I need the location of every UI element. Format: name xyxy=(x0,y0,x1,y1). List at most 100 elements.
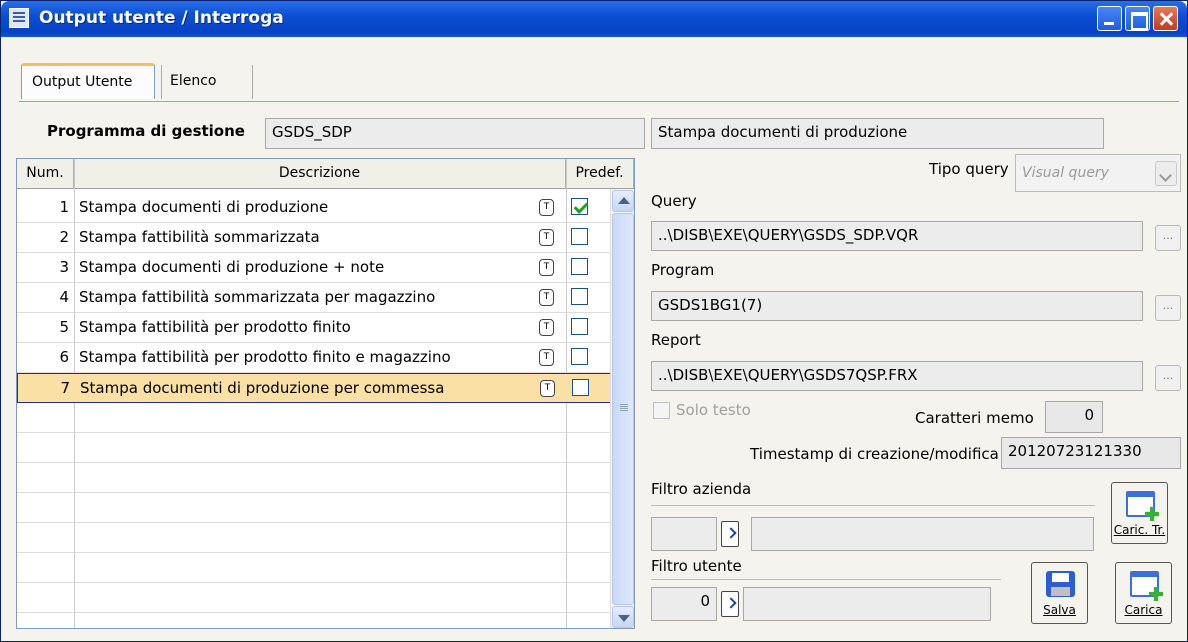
translate-icon[interactable]: T xyxy=(539,229,554,246)
solo-testo-label: Solo testo xyxy=(676,401,751,419)
caric-tr-button[interactable]: Caric. Tr. xyxy=(1111,482,1168,544)
table-row[interactable]: 5 Stampa fattibilità per prodotto finito… xyxy=(17,313,611,343)
table-row[interactable]: 3 Stampa documenti di produzione + note … xyxy=(17,253,611,283)
filtro-azienda-description-field xyxy=(751,517,1094,551)
table-row-empty[interactable] xyxy=(17,433,611,463)
tipo-query-value: Visual query xyxy=(1022,165,1109,181)
predef-checkbox[interactable] xyxy=(571,288,588,305)
program-field[interactable]: GSDS1BG1(7) xyxy=(651,291,1143,321)
programma-description-field[interactable]: Stampa documenti di produzione xyxy=(651,118,1104,149)
row-description[interactable]: Stampa documenti di produzione xyxy=(79,198,328,216)
predef-checkbox[interactable] xyxy=(572,379,589,396)
floppy-disk-icon xyxy=(1046,571,1075,597)
translate-icon[interactable]: T xyxy=(540,380,555,397)
programma-label: Programma di gestione xyxy=(47,122,245,140)
minimize-button[interactable] xyxy=(1097,6,1122,31)
row-description[interactable]: Stampa fattibilità per prodotto finito e… xyxy=(79,348,451,366)
divider xyxy=(651,579,1001,580)
query-browse-button[interactable]: ... xyxy=(1155,225,1181,251)
row-num: 3 xyxy=(59,258,69,276)
table-row-empty[interactable] xyxy=(17,523,611,553)
filtro-utente-zoom-button[interactable] xyxy=(721,591,739,617)
filtro-azienda-zoom-button[interactable] xyxy=(721,521,739,547)
table-row[interactable]: 6 Stampa fattibilità per prodotto finito… xyxy=(17,343,611,373)
tab-panel-border xyxy=(19,101,1179,102)
program-browse-button[interactable]: ... xyxy=(1155,295,1181,321)
form-icon xyxy=(9,8,29,28)
caratteri-memo-label: Caratteri memo xyxy=(915,409,1034,427)
predef-checkbox[interactable] xyxy=(571,198,588,215)
predef-checkbox[interactable] xyxy=(571,348,588,365)
query-field[interactable]: ..\DISB\EXE\QUERY\GSDS_SDP.VQR xyxy=(651,221,1143,251)
translate-icon[interactable]: T xyxy=(539,319,554,336)
filtro-utente-code-field[interactable]: 0 xyxy=(651,587,717,621)
table-row-empty[interactable] xyxy=(17,463,611,493)
filtro-azienda-label: Filtro azienda xyxy=(651,480,752,498)
salva-label: Salva xyxy=(1043,603,1076,617)
row-description[interactable]: Stampa fattibilità per prodotto finito xyxy=(79,318,351,336)
predef-checkbox[interactable] xyxy=(571,228,588,245)
tab-elenco[interactable]: Elenco xyxy=(161,65,253,99)
window-add-icon xyxy=(1126,491,1159,521)
row-num: 1 xyxy=(59,198,69,216)
carica-label: Carica xyxy=(1124,603,1163,617)
row-description[interactable]: Stampa fattibilità sommarizzata xyxy=(79,228,320,246)
predef-checkbox[interactable] xyxy=(571,258,588,275)
table-row-empty[interactable] xyxy=(17,403,611,433)
translate-icon[interactable]: T xyxy=(539,349,554,366)
predef-checkbox[interactable] xyxy=(571,318,588,335)
header-descrizione[interactable]: Descrizione xyxy=(74,159,566,189)
translate-icon[interactable]: T xyxy=(539,289,554,306)
programma-code-field[interactable]: GSDS_SDP xyxy=(265,118,645,149)
row-description[interactable]: Stampa documenti di produzione per comme… xyxy=(80,379,444,397)
table-row-empty[interactable] xyxy=(17,583,611,613)
header-predef[interactable]: Predef. xyxy=(566,159,634,189)
title-bar: Output utente / Interroga xyxy=(1,1,1187,37)
table-row[interactable]: 4 Stampa fattibilità sommarizzata per ma… xyxy=(17,283,611,313)
maximize-button[interactable] xyxy=(1125,6,1150,31)
report-field[interactable]: ..\DISB\EXE\QUERY\GSDS7QSP.FRX xyxy=(651,361,1143,391)
close-button[interactable] xyxy=(1153,6,1178,31)
caratteri-memo-field[interactable]: 0 xyxy=(1045,401,1103,433)
report-label: Report xyxy=(651,331,701,349)
table-row-empty[interactable] xyxy=(17,493,611,523)
report-browse-button[interactable]: ... xyxy=(1155,365,1181,391)
program-label: Program xyxy=(651,261,715,279)
timestamp-field[interactable]: 20120723121330 xyxy=(1001,437,1181,469)
translate-icon[interactable]: T xyxy=(539,199,554,216)
tipo-query-label: Tipo query xyxy=(929,160,1009,178)
translate-icon[interactable]: T xyxy=(539,259,554,276)
window-title: Output utente / Interroga xyxy=(39,8,284,28)
solo-testo-checkbox[interactable] xyxy=(653,402,670,419)
filtro-utente-label: Filtro utente xyxy=(651,557,742,575)
output-grid: Num. Descrizione Predef. 1 Stampa docume… xyxy=(16,158,635,629)
row-num: 6 xyxy=(59,348,69,366)
chevron-down-icon[interactable] xyxy=(1155,161,1177,186)
table-row-empty[interactable] xyxy=(17,553,611,583)
carica-button[interactable]: Carica xyxy=(1115,562,1172,624)
row-num: 7 xyxy=(60,379,70,397)
row-num: 4 xyxy=(59,288,69,306)
row-description[interactable]: Stampa fattibilità sommarizzata per maga… xyxy=(79,288,435,306)
vertical-scrollbar[interactable] xyxy=(610,189,634,628)
tab-output-utente[interactable]: Output Utente xyxy=(21,63,155,99)
scroll-thumb[interactable] xyxy=(612,213,634,605)
filtro-utente-description-field xyxy=(743,587,991,621)
caric-tr-label: Caric. Tr. xyxy=(1113,523,1166,537)
window-add-icon xyxy=(1130,571,1163,601)
salva-button[interactable]: Salva xyxy=(1031,562,1088,624)
table-row[interactable]: 2 Stampa fattibilità sommarizzata T xyxy=(17,223,611,253)
table-row-selected[interactable]: 7 Stampa documenti di produzione per com… xyxy=(17,373,611,403)
scroll-down-button[interactable] xyxy=(612,606,634,628)
row-num: 2 xyxy=(59,228,69,246)
timestamp-label: Timestamp di creazione/modifica xyxy=(750,445,999,463)
scroll-up-button[interactable] xyxy=(612,190,634,212)
filtro-azienda-code-field[interactable] xyxy=(651,517,717,551)
header-num[interactable]: Num. xyxy=(17,159,74,189)
query-label: Query xyxy=(651,192,697,210)
window: Output utente / Interroga Output Utente … xyxy=(0,0,1188,642)
tipo-query-combo[interactable]: Visual query xyxy=(1015,154,1181,192)
table-row[interactable]: 1 Stampa documenti di produzione T xyxy=(17,193,611,223)
row-description[interactable]: Stampa documenti di produzione + note xyxy=(79,258,384,276)
divider xyxy=(651,505,1095,506)
